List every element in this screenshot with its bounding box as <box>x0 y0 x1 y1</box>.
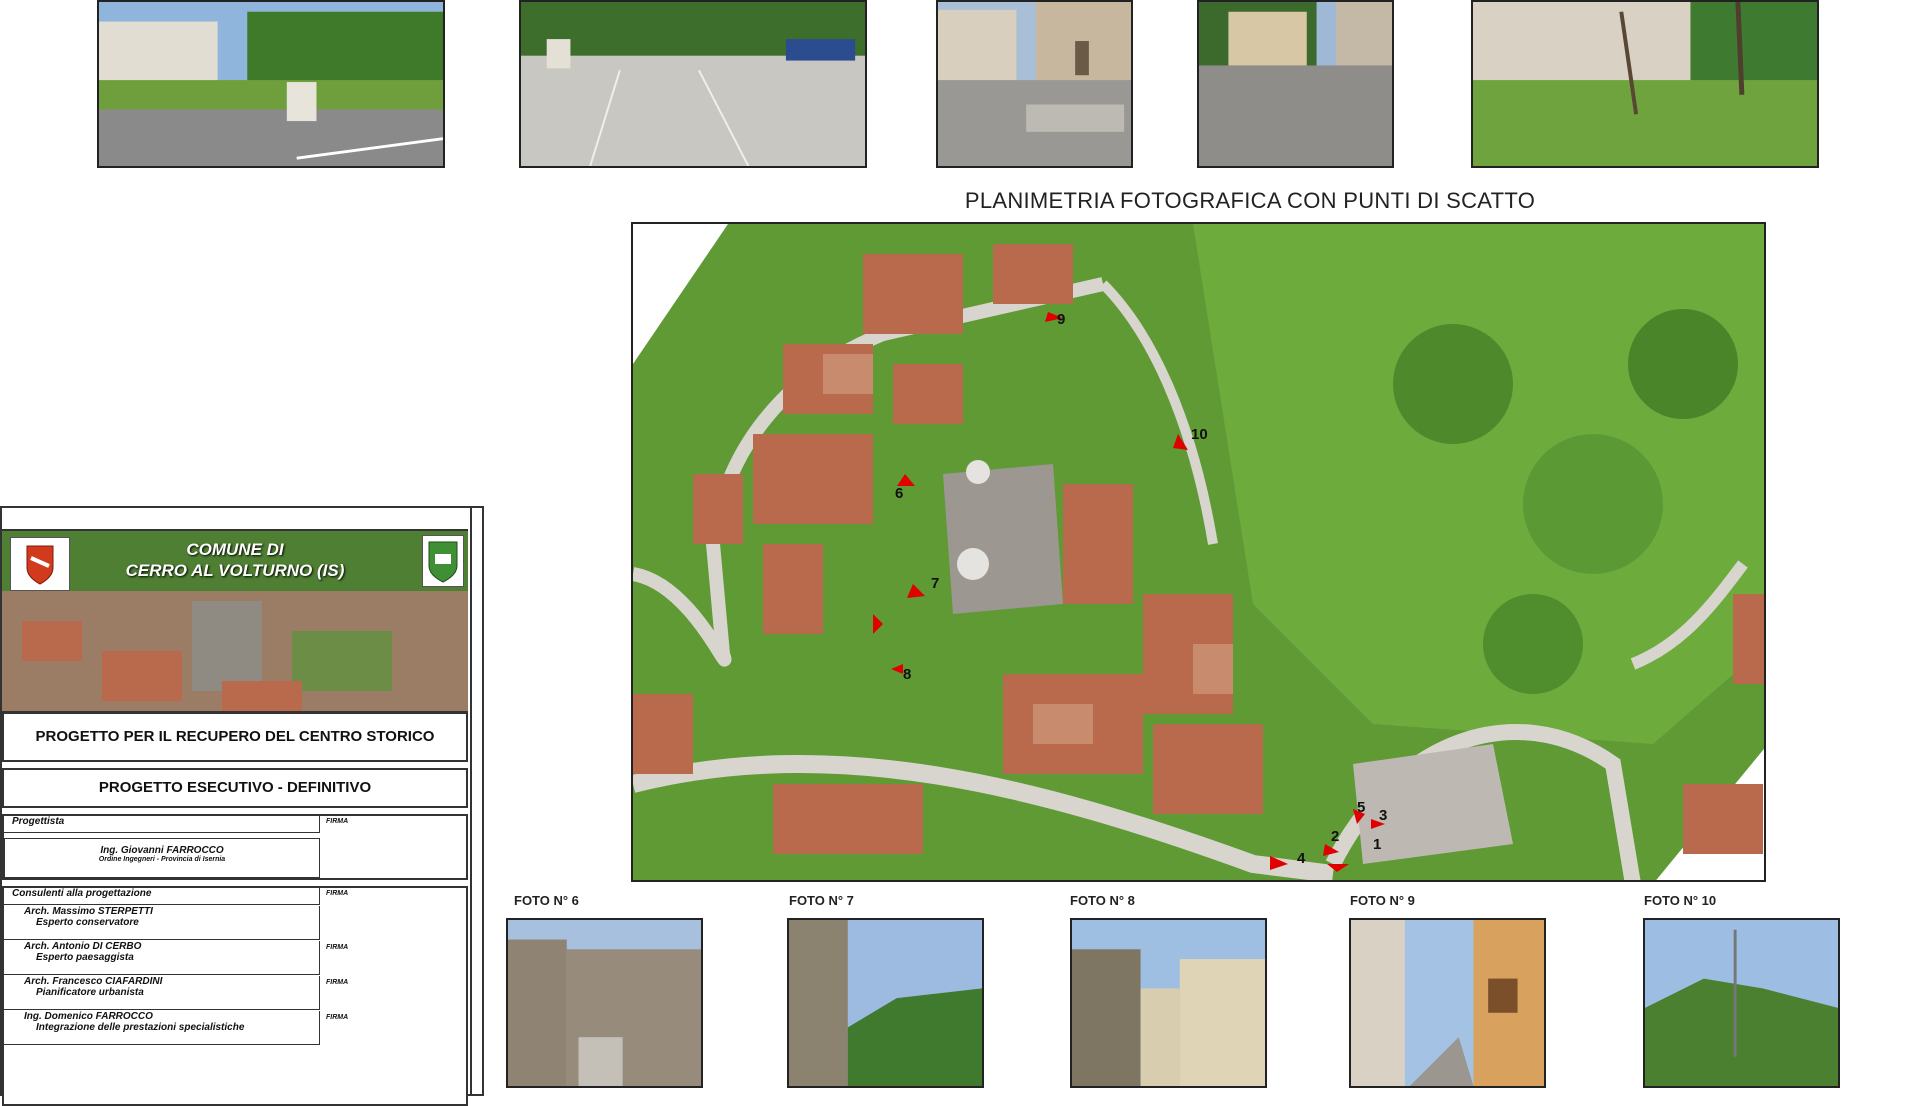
consultant-row: Arch. Francesco CIAFARDINI Pianificatore… <box>4 976 320 1010</box>
designer-box: Progettista Ing. Giovanni FARROCCO Ordin… <box>2 814 468 880</box>
consultant-name: Arch. Antonio DI CERBO <box>24 941 142 952</box>
photo-8 <box>1070 918 1267 1088</box>
firma-label: FIRMA <box>326 818 349 825</box>
firma-label: FIRMA <box>326 944 349 951</box>
photo-9 <box>1349 918 1546 1088</box>
map-marker-label: 6 <box>895 485 903 502</box>
consultant-row: Ing. Domenico FARROCCO Integrazione dell… <box>4 1011 320 1045</box>
map-title: PLANIMETRIA FOTOGRAFICA CON PUNTI DI SCA… <box>964 188 1536 213</box>
project-title-box: PROGETTO PER IL RECUPERO DEL CENTRO STOR… <box>2 712 468 762</box>
photo-caption: FOTO N° 7 <box>789 893 854 908</box>
photo-top-3 <box>936 0 1133 168</box>
designer-cell: Ing. Giovanni FARROCCO Ordine Ingegneri … <box>4 838 320 878</box>
map-marker-label: 1 <box>1373 836 1381 853</box>
consultant-role: Esperto conservatore <box>36 917 139 928</box>
consultant-role: Integrazione delle prestazioni specialis… <box>36 1022 245 1033</box>
phase-box: PROGETTO ESECUTIVO - DEFINITIVO <box>2 768 468 808</box>
designer-label: Progettista <box>4 816 320 833</box>
photo-top-1 <box>97 0 445 168</box>
photo-top-2 <box>519 0 867 168</box>
photo-caption: FOTO N° 10 <box>1644 893 1717 908</box>
consultant-row: Arch. Antonio DI CERBO Esperto paesaggis… <box>4 941 320 975</box>
comune-name: COMUNE DI CERRO AL VOLTURNO (IS) <box>90 539 380 581</box>
project-title: PROGETTO PER IL RECUPERO DEL CENTRO STOR… <box>35 728 435 745</box>
region-logo-icon <box>422 535 464 587</box>
firma-label: FIRMA <box>326 979 349 986</box>
map-marker-label: 5 <box>1357 799 1365 816</box>
photo-6 <box>506 918 703 1088</box>
consultant-name: Arch. Francesco CIAFARDINI <box>24 976 163 987</box>
consultant-name: Ing. Domenico FARROCCO <box>24 1011 153 1022</box>
firma-label: FIRMA <box>326 890 349 897</box>
photo-caption: FOTO N° 6 <box>514 893 579 908</box>
designer-name: Ing. Giovanni FARROCCO <box>100 845 224 856</box>
consultant-role: Esperto paesaggista <box>36 952 134 963</box>
comune-line-1: COMUNE DI <box>186 540 284 559</box>
map-marker-label: 8 <box>903 666 911 683</box>
comune-line-2: CERRO AL VOLTURNO (IS) <box>125 561 345 580</box>
title-block: COMUNE DI CERRO AL VOLTURNO (IS) PROGETT… <box>0 506 484 1106</box>
photo-7 <box>787 918 984 1088</box>
consultant-name: Arch. Massimo STERPETTI <box>24 906 153 917</box>
firma-label: FIRMA <box>326 1014 349 1021</box>
photo-top-5 <box>1471 0 1819 168</box>
photo-10 <box>1643 918 1840 1088</box>
designer-sub: Ordine Ingegneri - Provincia di Isernia <box>98 856 226 863</box>
consultants-label: Consulenti alla progettazione <box>4 888 320 905</box>
map-marker-label: 7 <box>931 575 939 592</box>
comune-logo-icon <box>10 537 70 591</box>
aerial-map: 1 2 3 4 5 6 7 8 9 10 <box>631 222 1766 882</box>
consultants-box: Consulenti alla progettazione FIRMA Arch… <box>2 886 468 1106</box>
photo-caption: FOTO N° 8 <box>1070 893 1135 908</box>
consultant-role: Pianificatore urbanista <box>36 987 144 998</box>
map-marker-label: 9 <box>1057 311 1065 328</box>
map-marker-label: 3 <box>1379 807 1387 824</box>
map-marker-label: 2 <box>1331 828 1339 845</box>
title-block-header: COMUNE DI CERRO AL VOLTURNO (IS) <box>2 529 468 713</box>
map-marker-label: 4 <box>1297 850 1306 867</box>
photo-top-4 <box>1197 0 1394 168</box>
map-marker-label: 10 <box>1191 426 1208 443</box>
photo-caption: FOTO N° 9 <box>1350 893 1415 908</box>
phase-title: PROGETTO ESECUTIVO - DEFINITIVO <box>98 779 372 796</box>
consultant-row: Arch. Massimo STERPETTI Esperto conserva… <box>4 906 320 940</box>
